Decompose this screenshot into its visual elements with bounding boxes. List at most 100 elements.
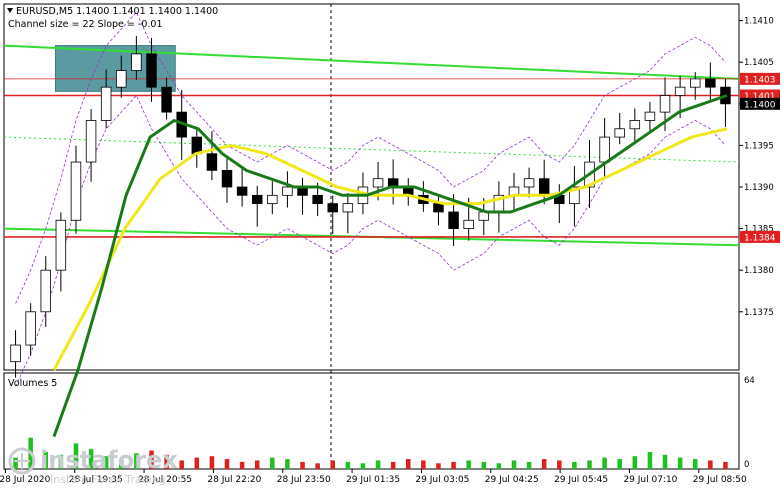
candle-body [327, 203, 338, 213]
price-axis: 1.14101.14051.14001.13951.13901.13851.13… [739, 17, 774, 318]
x-tick-label: 29 Jul 05:45 [554, 475, 608, 485]
price-tag-label: 1.1403 [744, 75, 776, 85]
candle-body [25, 311, 36, 346]
x-tick-label: 29 Jul 07:10 [623, 475, 677, 485]
candle-body [705, 78, 716, 88]
x-tick-label: 29 Jul 03:05 [415, 475, 469, 485]
y-tick-label: 1.1405 [744, 58, 774, 68]
volume-bar [421, 460, 426, 469]
x-tick-label: 28 Jul 2020 [0, 475, 51, 485]
price-tags: 1.14031.14011.14001.1384 [740, 72, 780, 243]
volume-bar [209, 456, 215, 469]
candle-body [433, 203, 444, 213]
volume-bar [481, 461, 487, 469]
volume-bar [315, 463, 320, 469]
volume-min-label: 0 [744, 460, 749, 470]
volume-bar [677, 457, 683, 469]
volume-bar [13, 457, 18, 469]
candle-body [463, 219, 474, 229]
volume-bar [708, 460, 713, 469]
candle-body [221, 169, 233, 188]
candle-body [312, 194, 323, 205]
candle-body [70, 161, 82, 221]
candle-body [659, 95, 671, 113]
candle-body [674, 86, 686, 96]
candle-body [342, 203, 354, 213]
candle-body [614, 128, 625, 138]
volume-bar [632, 456, 638, 469]
candle-body [146, 53, 157, 88]
candle-body [10, 344, 21, 363]
volume-bar [375, 460, 381, 469]
volume-bar [254, 460, 260, 469]
candle-body [372, 178, 384, 188]
volume-bar [194, 457, 200, 469]
candle-body [644, 111, 656, 121]
candle-body [690, 78, 701, 88]
volume-bar [179, 460, 184, 469]
volume-bar [466, 460, 471, 469]
volume-bar [617, 459, 622, 469]
candle-body [161, 86, 172, 113]
volume-bar [572, 461, 577, 469]
candle-body [448, 211, 459, 229]
volume-panel-label: Volumes 5 [8, 378, 57, 389]
candle-body [538, 178, 550, 196]
volume-bar [587, 460, 592, 469]
candle-body [116, 70, 127, 88]
price-tag-label: 1.1384 [744, 233, 776, 243]
volume-bar [451, 461, 456, 469]
candle-body [100, 86, 112, 121]
candle-body [40, 269, 51, 313]
volume-bar [692, 459, 698, 469]
volume-bar [496, 463, 502, 469]
volume-bar [405, 459, 411, 469]
volume-bar [300, 461, 305, 469]
volume-bar [541, 459, 547, 469]
volume-bar [723, 461, 728, 469]
volume-bar [239, 461, 245, 469]
y-tick-label: 1.1395 [744, 141, 774, 151]
volume-bar [647, 451, 653, 469]
volume-bar [602, 457, 607, 469]
candle-body [599, 136, 610, 163]
watermark-tagline: Instant Forex Trading [50, 473, 166, 486]
candle-body [206, 153, 218, 171]
price-tag-label: 1.1400 [744, 100, 776, 110]
volume-bar [224, 459, 230, 469]
volume-bar [330, 460, 336, 469]
candle-body [251, 194, 263, 205]
candle-body [131, 53, 142, 71]
volume-bar [557, 460, 562, 469]
volume-bar [390, 461, 396, 469]
y-tick-label: 1.1410 [744, 17, 774, 27]
candle-body [236, 186, 248, 196]
x-tick-label: 29 Jul 01:35 [346, 475, 400, 485]
x-tick-label: 29 Jul 08:50 [693, 475, 747, 485]
volume-bar [360, 463, 366, 469]
volume-bar [285, 459, 290, 469]
volume-bar [436, 463, 441, 469]
volume-bar [270, 457, 275, 469]
volume-bar [511, 460, 517, 469]
indicator-header: Channel size = 22 Slope = -0.01 [8, 19, 163, 30]
x-tick-label: 28 Jul 22:20 [207, 475, 261, 485]
volume-bar [526, 461, 532, 469]
candle-body [85, 120, 97, 163]
y-tick-label: 1.1380 [744, 266, 774, 276]
candle-body [55, 219, 67, 271]
x-tick-label: 29 Jul 04:25 [485, 475, 539, 485]
watermark-brand: instaforex [40, 446, 178, 474]
y-tick-label: 1.1390 [744, 183, 774, 193]
volume-bar [662, 454, 668, 469]
volume-max-label: 64 [744, 376, 755, 386]
x-tick-label: 28 Jul 23:50 [277, 475, 331, 485]
candle-body [267, 194, 278, 205]
price-chart: 1.14101.14051.14001.13951.13901.13851.13… [0, 3, 780, 486]
y-tick-label: 1.1375 [744, 308, 774, 318]
candle-body [523, 178, 535, 188]
volume-bar [345, 461, 351, 469]
candle-body [282, 186, 293, 196]
candle-body [629, 120, 641, 130]
symbol-header: EURUSD,M5 1.1400 1.1401 1.1400 1.1400 [16, 6, 218, 17]
